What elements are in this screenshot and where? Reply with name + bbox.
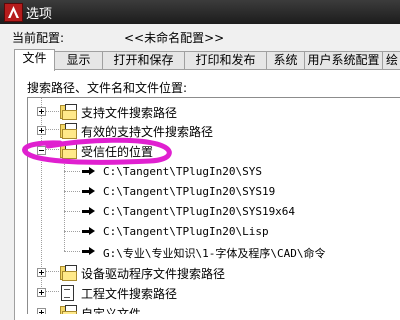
tree-item-label: 工程文件搜索路径: [81, 287, 178, 301]
tree-item-label: 支持文件搜索路径: [81, 106, 178, 120]
folder-icon: [59, 143, 77, 159]
tree-item-label: 设备驱动程序文件搜索路径: [81, 267, 226, 281]
tree-item-project-files-path[interactable]: 工程文件搜索路径: [28, 283, 400, 301]
tab-strip: 文件 显示 打开和保存 打印和发布 系统 用户系统配置 绘: [14, 49, 400, 71]
trusted-path-item[interactable]: C:\Tangent\TPlugIn20\SYS19x64: [28, 202, 400, 220]
current-profile-row: 当前配置: <<未命名配置>>: [0, 29, 400, 45]
tab-drafting[interactable]: 绘: [382, 51, 400, 69]
title-bar: 选项: [0, 0, 400, 24]
trusted-path-label: G:\专业\专业知识\1-字体及程序\CAD\命令: [103, 247, 326, 260]
tree-item-customization-files[interactable]: 自定义文件: [28, 303, 400, 314]
tab-files[interactable]: 文件: [14, 49, 55, 71]
tab-open-save[interactable]: 打开和保存: [102, 51, 185, 69]
document-icon: [61, 285, 74, 301]
tree-item-trusted-locations[interactable]: 受信任的位置: [28, 141, 400, 159]
arrow-right-icon: [82, 247, 95, 256]
expand-plus-icon[interactable]: [37, 107, 46, 116]
arrow-right-icon: [82, 207, 95, 216]
trusted-path-item[interactable]: C:\Tangent\TPlugIn20\SYS: [28, 162, 400, 180]
tree-item-label: 受信任的位置: [81, 145, 154, 159]
folder-icon: [59, 104, 77, 120]
trusted-path-item[interactable]: C:\Tangent\TPlugIn20\Lisp: [28, 222, 400, 240]
current-profile-value: <<未命名配置>>: [124, 31, 225, 45]
tab-user-preferences[interactable]: 用户系统配置: [304, 51, 383, 69]
tab-plot-publish[interactable]: 打印和发布: [184, 51, 267, 69]
expand-plus-icon[interactable]: [37, 288, 46, 297]
current-profile-label: 当前配置:: [12, 31, 65, 45]
folder-icon: [59, 265, 77, 281]
arrow-right-icon: [82, 187, 95, 196]
tree-item-support-search-path[interactable]: 支持文件搜索路径: [28, 102, 400, 120]
trusted-path-item[interactable]: G:\专业\专业知识\1-字体及程序\CAD\命令: [28, 242, 400, 260]
collapse-minus-icon[interactable]: [37, 146, 46, 155]
autocad-icon[interactable]: [4, 3, 23, 22]
expand-plus-icon[interactable]: [37, 126, 46, 135]
trusted-path-label: C:\Tangent\TPlugIn20\SYS19x64: [103, 205, 296, 218]
search-paths-tree[interactable]: 支持文件搜索路径 有效的支持文件搜索路径 受信任的位置 C:\Tangent\T…: [27, 97, 400, 314]
tab-system[interactable]: 系统: [266, 51, 305, 69]
trusted-path-label: C:\Tangent\TPlugIn20\SYS19: [103, 185, 276, 198]
expand-plus-icon[interactable]: [37, 268, 46, 277]
arrow-right-icon: [82, 227, 95, 236]
trusted-path-label: C:\Tangent\TPlugIn20\SYS: [103, 165, 262, 178]
tree-item-label: 有效的支持文件搜索路径: [81, 125, 214, 139]
arrow-right-icon: [82, 167, 95, 176]
tree-item-device-driver-path[interactable]: 设备驱动程序文件搜索路径: [28, 263, 400, 281]
expand-plus-icon[interactable]: [37, 308, 46, 314]
section-label: 搜索路径、文件名和文件位置:: [27, 81, 188, 95]
trusted-path-item[interactable]: C:\Tangent\TPlugIn20\SYS19: [28, 182, 400, 200]
window-title: 选项: [26, 7, 53, 22]
tab-display[interactable]: 显示: [54, 51, 103, 69]
folder-icon: [59, 123, 77, 139]
trusted-path-label: C:\Tangent\TPlugIn20\Lisp: [103, 225, 269, 238]
tree-item-working-support-path[interactable]: 有效的支持文件搜索路径: [28, 121, 400, 139]
